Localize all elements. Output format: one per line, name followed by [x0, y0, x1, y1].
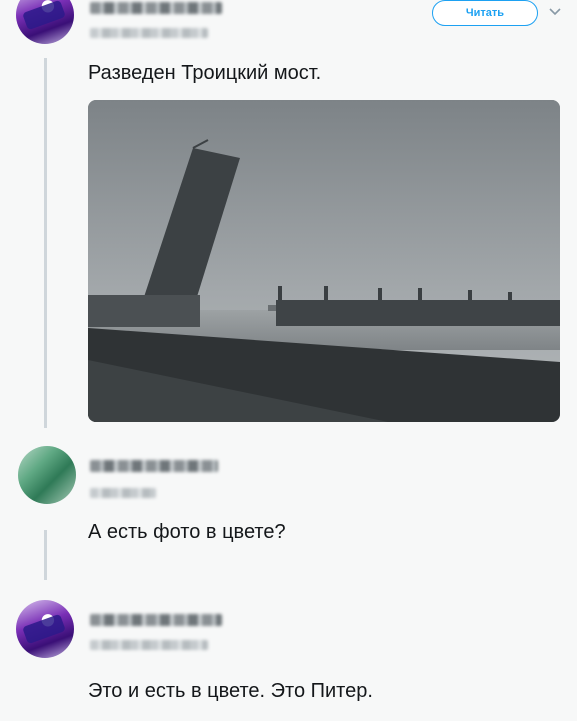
follow-button[interactable]: Читать	[432, 0, 538, 26]
thread-line	[44, 58, 47, 428]
follow-button-label: Читать	[465, 7, 505, 19]
reply-text: А есть фото в цвете?	[88, 521, 286, 543]
author-name-blurred[interactable]	[90, 2, 222, 14]
reply-text: Это и есть в цвете. Это Питер.	[88, 680, 373, 702]
author-handle-blurred[interactable]	[90, 640, 208, 650]
author-name-blurred[interactable]	[90, 614, 222, 626]
author-name-blurred[interactable]	[90, 460, 218, 472]
tweet-photo[interactable]	[88, 100, 560, 422]
avatar[interactable]	[18, 446, 76, 504]
avatar[interactable]	[16, 0, 74, 44]
chevron-down-icon[interactable]	[548, 4, 562, 18]
thread-line	[44, 530, 47, 580]
avatar[interactable]	[16, 600, 74, 658]
tweet-text: Разведен Троицкий мост.	[88, 62, 322, 84]
author-handle-blurred[interactable]	[90, 28, 208, 38]
author-handle-blurred[interactable]	[90, 488, 156, 498]
